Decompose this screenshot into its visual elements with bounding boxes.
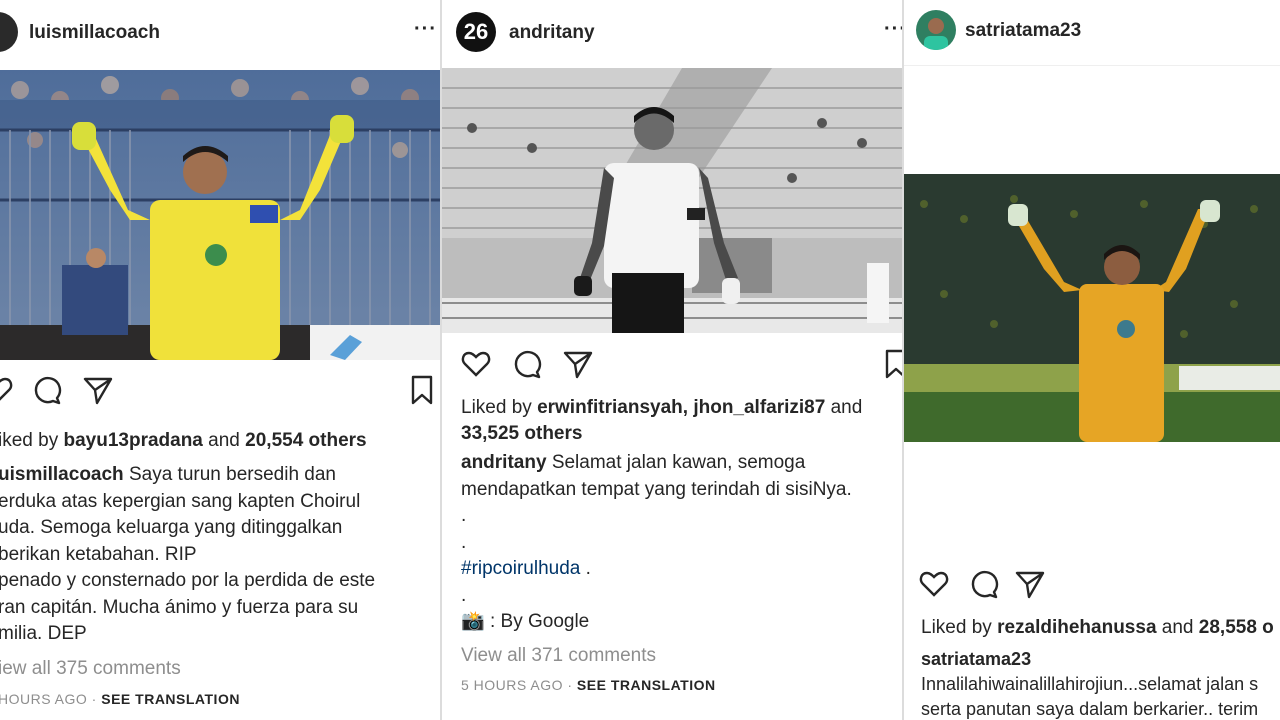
see-translation-link[interactable]: SEE TRANSLATION bbox=[101, 691, 240, 707]
post-actions bbox=[442, 348, 902, 388]
liker-username[interactable]: erwinfitriansyah, jhon_alfarizi87 bbox=[537, 397, 825, 418]
caption-line: serta panutan saya dalam berkarier.. ter… bbox=[921, 699, 1259, 719]
post-header: luismillacoach ··· bbox=[0, 0, 440, 66]
caption-line: milia. DEP bbox=[0, 623, 87, 644]
caption: uismillacoach Saya turun bersedih dan er… bbox=[0, 462, 375, 648]
goalkeeper-night-image bbox=[904, 174, 1280, 442]
avatar[interactable]: 26 bbox=[456, 12, 496, 52]
post-time: HOURS AGO bbox=[0, 691, 88, 707]
post-time: 5 HOURS AGO bbox=[461, 677, 563, 693]
caption-line: Saya turun bersedih dan bbox=[128, 464, 336, 485]
caption-line: ran capitán. Mucha ánimo y fuerza para s… bbox=[0, 596, 359, 618]
post-photo[interactable] bbox=[904, 174, 1280, 442]
more-options-icon[interactable]: ··· bbox=[884, 18, 902, 41]
post-luismillacoach: luismillacoach ··· iked by bayu13pradana… bbox=[0, 0, 440, 720]
likes-mid: and bbox=[830, 397, 863, 418]
share-icon[interactable] bbox=[1014, 568, 1046, 600]
likes-prefix: Liked by bbox=[921, 617, 992, 638]
username[interactable]: luismillacoach bbox=[29, 22, 160, 44]
caption-line: . bbox=[461, 584, 467, 606]
caption-username[interactable]: uismillacoach bbox=[0, 464, 124, 485]
camera-emoji-icon: 📸 bbox=[461, 611, 485, 632]
post-actions bbox=[904, 568, 1280, 608]
comment-icon[interactable] bbox=[510, 348, 542, 380]
username[interactable]: andritany bbox=[509, 22, 595, 44]
likes-mid: and bbox=[1161, 617, 1194, 638]
liker-username[interactable]: bayu13pradana bbox=[63, 430, 202, 451]
comment-icon[interactable] bbox=[30, 374, 62, 406]
bookmark-icon[interactable] bbox=[880, 348, 902, 380]
likes-line: Liked by erwinfitriansyah, jhon_alfarizi… bbox=[461, 395, 862, 447]
post-header: 26 andritany ··· bbox=[442, 0, 902, 66]
heart-icon[interactable] bbox=[460, 348, 492, 380]
likes-prefix: Liked by bbox=[461, 397, 532, 418]
caption-line: By Google bbox=[500, 611, 590, 632]
caption-username[interactable]: andritany bbox=[461, 452, 547, 473]
caption-line: Selamat jalan kawan, semoga bbox=[551, 452, 806, 473]
bookmark-icon[interactable] bbox=[406, 374, 438, 406]
likes-count[interactable]: 28,558 o bbox=[1199, 617, 1274, 638]
avatar[interactable] bbox=[0, 12, 18, 52]
caption-line: . bbox=[461, 531, 467, 553]
avatar[interactable] bbox=[916, 10, 956, 50]
post-photo[interactable] bbox=[0, 70, 440, 360]
likes-line: iked by bayu13pradana and 20,554 others bbox=[0, 428, 367, 454]
goalkeeper-celebration-image bbox=[0, 70, 440, 360]
caption-line: uda. Semoga keluarga yang ditinggalkan bbox=[0, 517, 343, 538]
caption-line: Innalilahiwainalillahirojiun...selamat j… bbox=[921, 674, 1259, 694]
caption: satriatama23 Innalilahiwainalillahirojiu… bbox=[921, 647, 1258, 720]
likes-count[interactable]: 33,525 others bbox=[461, 423, 582, 444]
share-icon[interactable] bbox=[82, 374, 114, 406]
heart-icon[interactable] bbox=[918, 568, 950, 600]
caption-line: berikan ketabahan. RIP bbox=[0, 543, 197, 565]
likes-line: Liked by rezaldihehanussa and 28,558 o bbox=[921, 615, 1274, 641]
post-actions bbox=[0, 374, 440, 414]
goalkeeper-bw-image bbox=[442, 68, 902, 333]
post-photo[interactable] bbox=[442, 68, 902, 333]
post-satriatama23: satriatama23 Liked by rezaldihehanussa a… bbox=[904, 0, 1280, 720]
post-header: satriatama23 bbox=[904, 0, 1280, 66]
caption: andritany Selamat jalan kawan, semoga me… bbox=[461, 452, 852, 632]
avatar-number: 26 bbox=[463, 19, 489, 44]
post-meta: HOURS AGO · SEE TRANSLATION bbox=[0, 691, 240, 707]
comment-icon[interactable] bbox=[967, 568, 999, 600]
view-comments-link[interactable]: iew all 375 comments bbox=[0, 658, 181, 680]
more-options-icon[interactable]: ··· bbox=[414, 18, 437, 41]
likes-prefix: iked by bbox=[0, 430, 59, 451]
caption-line: . bbox=[461, 505, 467, 526]
avatar-image bbox=[924, 18, 948, 50]
caption-line: erduka atas kepergian sang kapten Choiru… bbox=[0, 490, 361, 512]
likes-count[interactable]: 20,554 others bbox=[245, 430, 366, 451]
heart-icon[interactable] bbox=[0, 374, 14, 406]
post-meta: 5 HOURS AGO · SEE TRANSLATION bbox=[461, 677, 716, 693]
share-icon[interactable] bbox=[562, 348, 594, 380]
likes-mid: and bbox=[208, 430, 240, 451]
hashtag-link[interactable]: #ripcoirulhuda bbox=[461, 558, 580, 579]
caption-line: mendapatkan tempat yang terindah di sisi… bbox=[461, 478, 852, 500]
username[interactable]: satriatama23 bbox=[965, 20, 1081, 42]
view-comments-link[interactable]: View all 371 comments bbox=[461, 645, 656, 667]
see-translation-link[interactable]: SEE TRANSLATION bbox=[577, 677, 716, 693]
post-andritany: 26 andritany ··· bbox=[442, 0, 902, 720]
caption-username[interactable]: satriatama23 bbox=[921, 649, 1031, 669]
liker-username[interactable]: rezaldihehanussa bbox=[997, 617, 1156, 638]
caption-line: penado y consternado por la perdida de e… bbox=[0, 570, 376, 591]
